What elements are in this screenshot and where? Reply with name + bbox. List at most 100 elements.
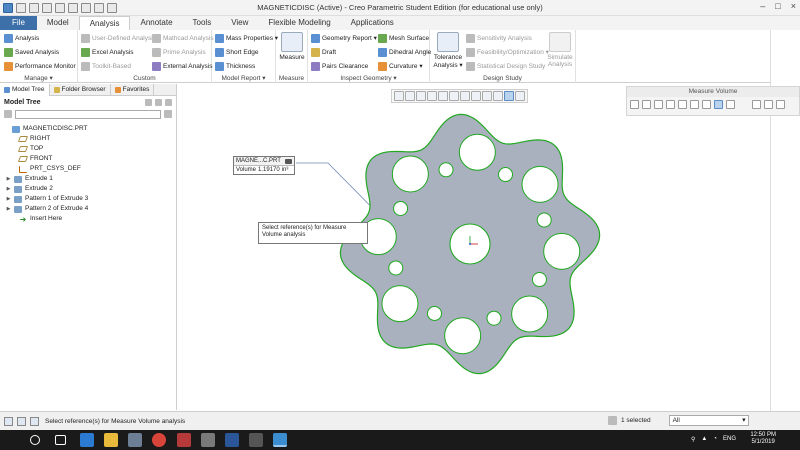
geometry-report-button[interactable]: Geometry Report ▾ (311, 33, 377, 43)
group-caption[interactable]: Inspect Geometry ▾ (308, 74, 429, 82)
distance-icon[interactable] (642, 100, 651, 109)
tree-item[interactable]: RIGHT (0, 134, 176, 144)
mesh-surface-button[interactable]: Mesh Surface (378, 33, 429, 43)
excel-analysis-button[interactable]: Excel Analysis (81, 47, 134, 57)
tree-item[interactable]: ▶ Extrude 1 (0, 174, 176, 184)
external-analysis-button[interactable]: External Analysis (152, 61, 213, 71)
tree-columns-icon[interactable] (155, 98, 162, 106)
tolerance-analysis-button[interactable]: Tolerance Analysis ▾ (432, 32, 464, 69)
mass-properties-button[interactable]: Mass Properties ▾ (215, 33, 278, 43)
tab-applications[interactable]: Applications (341, 16, 404, 30)
tab-annotate[interactable]: Annotate (130, 16, 182, 30)
tree-item[interactable]: ▶ Extrude 2 (0, 184, 176, 194)
tab-model-tree[interactable]: Model Tree (0, 84, 50, 96)
pairs-clearance-button[interactable]: Pairs Clearance (311, 61, 368, 71)
tree-item[interactable]: ▶ Pattern 2 of Extrude 4 (0, 204, 176, 214)
tree-item[interactable]: ▶ Pattern 1 of Extrude 3 (0, 194, 176, 204)
tree-item[interactable]: TOP (0, 144, 176, 154)
mathcad-analysis-button[interactable]: Mathcad Analysis (152, 33, 214, 43)
add-column-icon[interactable] (164, 110, 172, 118)
graphics-window[interactable] (178, 84, 770, 410)
tab-flexible-modeling[interactable]: Flexible Modeling (258, 16, 340, 30)
expand-icon[interactable]: ▶ (6, 184, 11, 194)
tree-item[interactable]: MAGNETICDISC.PRT (0, 124, 176, 134)
tree-settings-icon[interactable] (145, 98, 152, 106)
sensitivity-analysis-button[interactable]: Sensitivity Analysis (466, 33, 532, 43)
task-view-icon[interactable] (55, 435, 66, 445)
clock[interactable]: 12:50 PM 5/1/2019 (750, 432, 776, 446)
statistical-design-button[interactable]: Statistical Design Study (466, 61, 545, 71)
minimize-icon[interactable]: – (760, 1, 765, 11)
tab-folder-browser[interactable]: Folder Browser (50, 84, 111, 96)
expand-icon[interactable]: ▶ (6, 194, 11, 204)
tree-search-input[interactable] (15, 109, 161, 119)
chrome-icon[interactable] (152, 433, 166, 447)
callout-menu-icon[interactable] (285, 158, 292, 164)
measure-button[interactable]: Measure (278, 32, 306, 61)
dihedral-angle-button[interactable]: Dihedral Angle (378, 47, 431, 57)
maximize-icon[interactable]: □ (775, 1, 780, 11)
volume-icon-tray[interactable]: ◔ (713, 436, 717, 443)
diameter-icon[interactable] (666, 100, 675, 109)
full-screen-icon[interactable] (30, 416, 39, 426)
find-icon[interactable] (608, 416, 617, 425)
tree-item[interactable]: ➜ Insert Here (0, 214, 176, 224)
mail-icon[interactable] (177, 433, 191, 447)
measure-settings-icon[interactable] (776, 100, 785, 109)
language-indicator[interactable]: ENG (723, 436, 736, 443)
measure-callout[interactable]: MAGNE...C.PRT Volume 1.19170 in³ (233, 156, 295, 175)
store-icon[interactable] (128, 433, 142, 447)
settings-gear-icon[interactable] (249, 433, 263, 447)
tab-view[interactable]: View (221, 16, 258, 30)
user-defined-analysis-button[interactable]: User-Defined Analysis (81, 33, 156, 43)
tab-analysis[interactable]: Analysis (78, 16, 131, 30)
filter-icon[interactable] (4, 110, 12, 118)
edge-browser-icon[interactable] (80, 433, 94, 447)
pattern-icon (14, 205, 22, 213)
word-icon[interactable] (225, 433, 239, 447)
feasibility-button[interactable]: Feasibility/Optimization ▾ (466, 47, 549, 57)
performance-monitor-button[interactable]: Performance Monitor (4, 61, 76, 71)
volume-icon[interactable] (714, 100, 723, 109)
tab-model[interactable]: Model (37, 16, 79, 30)
network-icon[interactable]: ▲ (701, 436, 707, 443)
search-icon[interactable] (30, 435, 40, 445)
selection-filter-dropdown[interactable]: All (668, 415, 749, 426)
tab-file[interactable]: File (0, 16, 37, 30)
tree-item[interactable]: FRONT (0, 154, 176, 164)
curvature-button[interactable]: Curvature ▾ (378, 61, 423, 71)
prime-analysis-button[interactable]: Prime Analysis (152, 47, 206, 57)
group-caption[interactable]: Manage ▾ (0, 74, 77, 82)
angle-icon[interactable] (654, 100, 663, 109)
close-measure-icon[interactable] (764, 100, 773, 109)
file-explorer-icon[interactable] (104, 433, 118, 447)
group-caption[interactable]: Model Report ▾ (212, 74, 275, 82)
model-tree-header: Model Tree (0, 96, 176, 108)
people-icon[interactable]: ⚲ (691, 436, 695, 443)
tree-item[interactable]: PRT_CSYS_DEF (0, 164, 176, 174)
toolkit-based-button[interactable]: Toolkit-Based (81, 61, 131, 71)
save-measure-icon[interactable] (752, 100, 761, 109)
draft-button[interactable]: Draft (311, 47, 336, 57)
calculator-icon[interactable] (201, 433, 215, 447)
area-icon[interactable] (678, 100, 687, 109)
expand-icon[interactable]: ▶ (6, 174, 11, 184)
tab-favorites[interactable]: Favorites (111, 84, 155, 96)
saved-analysis-button[interactable]: Saved Analysis (4, 47, 59, 57)
tree-options-icon[interactable] (165, 98, 172, 106)
simulate-analysis-button[interactable]: Simulate Analysis (546, 32, 574, 68)
tab-tools[interactable]: Tools (183, 16, 222, 30)
show-browser-icon[interactable] (17, 416, 26, 426)
short-edge-button[interactable]: Short Edge (215, 47, 259, 57)
transform-icon[interactable] (690, 100, 699, 109)
length-icon[interactable] (630, 100, 639, 109)
creo-taskbar-icon[interactable] (273, 433, 287, 447)
show-navigator-icon[interactable] (4, 416, 13, 426)
options-icon[interactable] (726, 100, 735, 109)
close-icon[interactable]: × (791, 1, 796, 11)
analysis-button[interactable]: Analysis (4, 33, 39, 43)
expand-icon[interactable]: ▶ (6, 204, 11, 214)
part-geometry[interactable] (339, 113, 601, 375)
summary-icon[interactable] (702, 100, 711, 109)
thickness-button[interactable]: Thickness (215, 61, 255, 71)
